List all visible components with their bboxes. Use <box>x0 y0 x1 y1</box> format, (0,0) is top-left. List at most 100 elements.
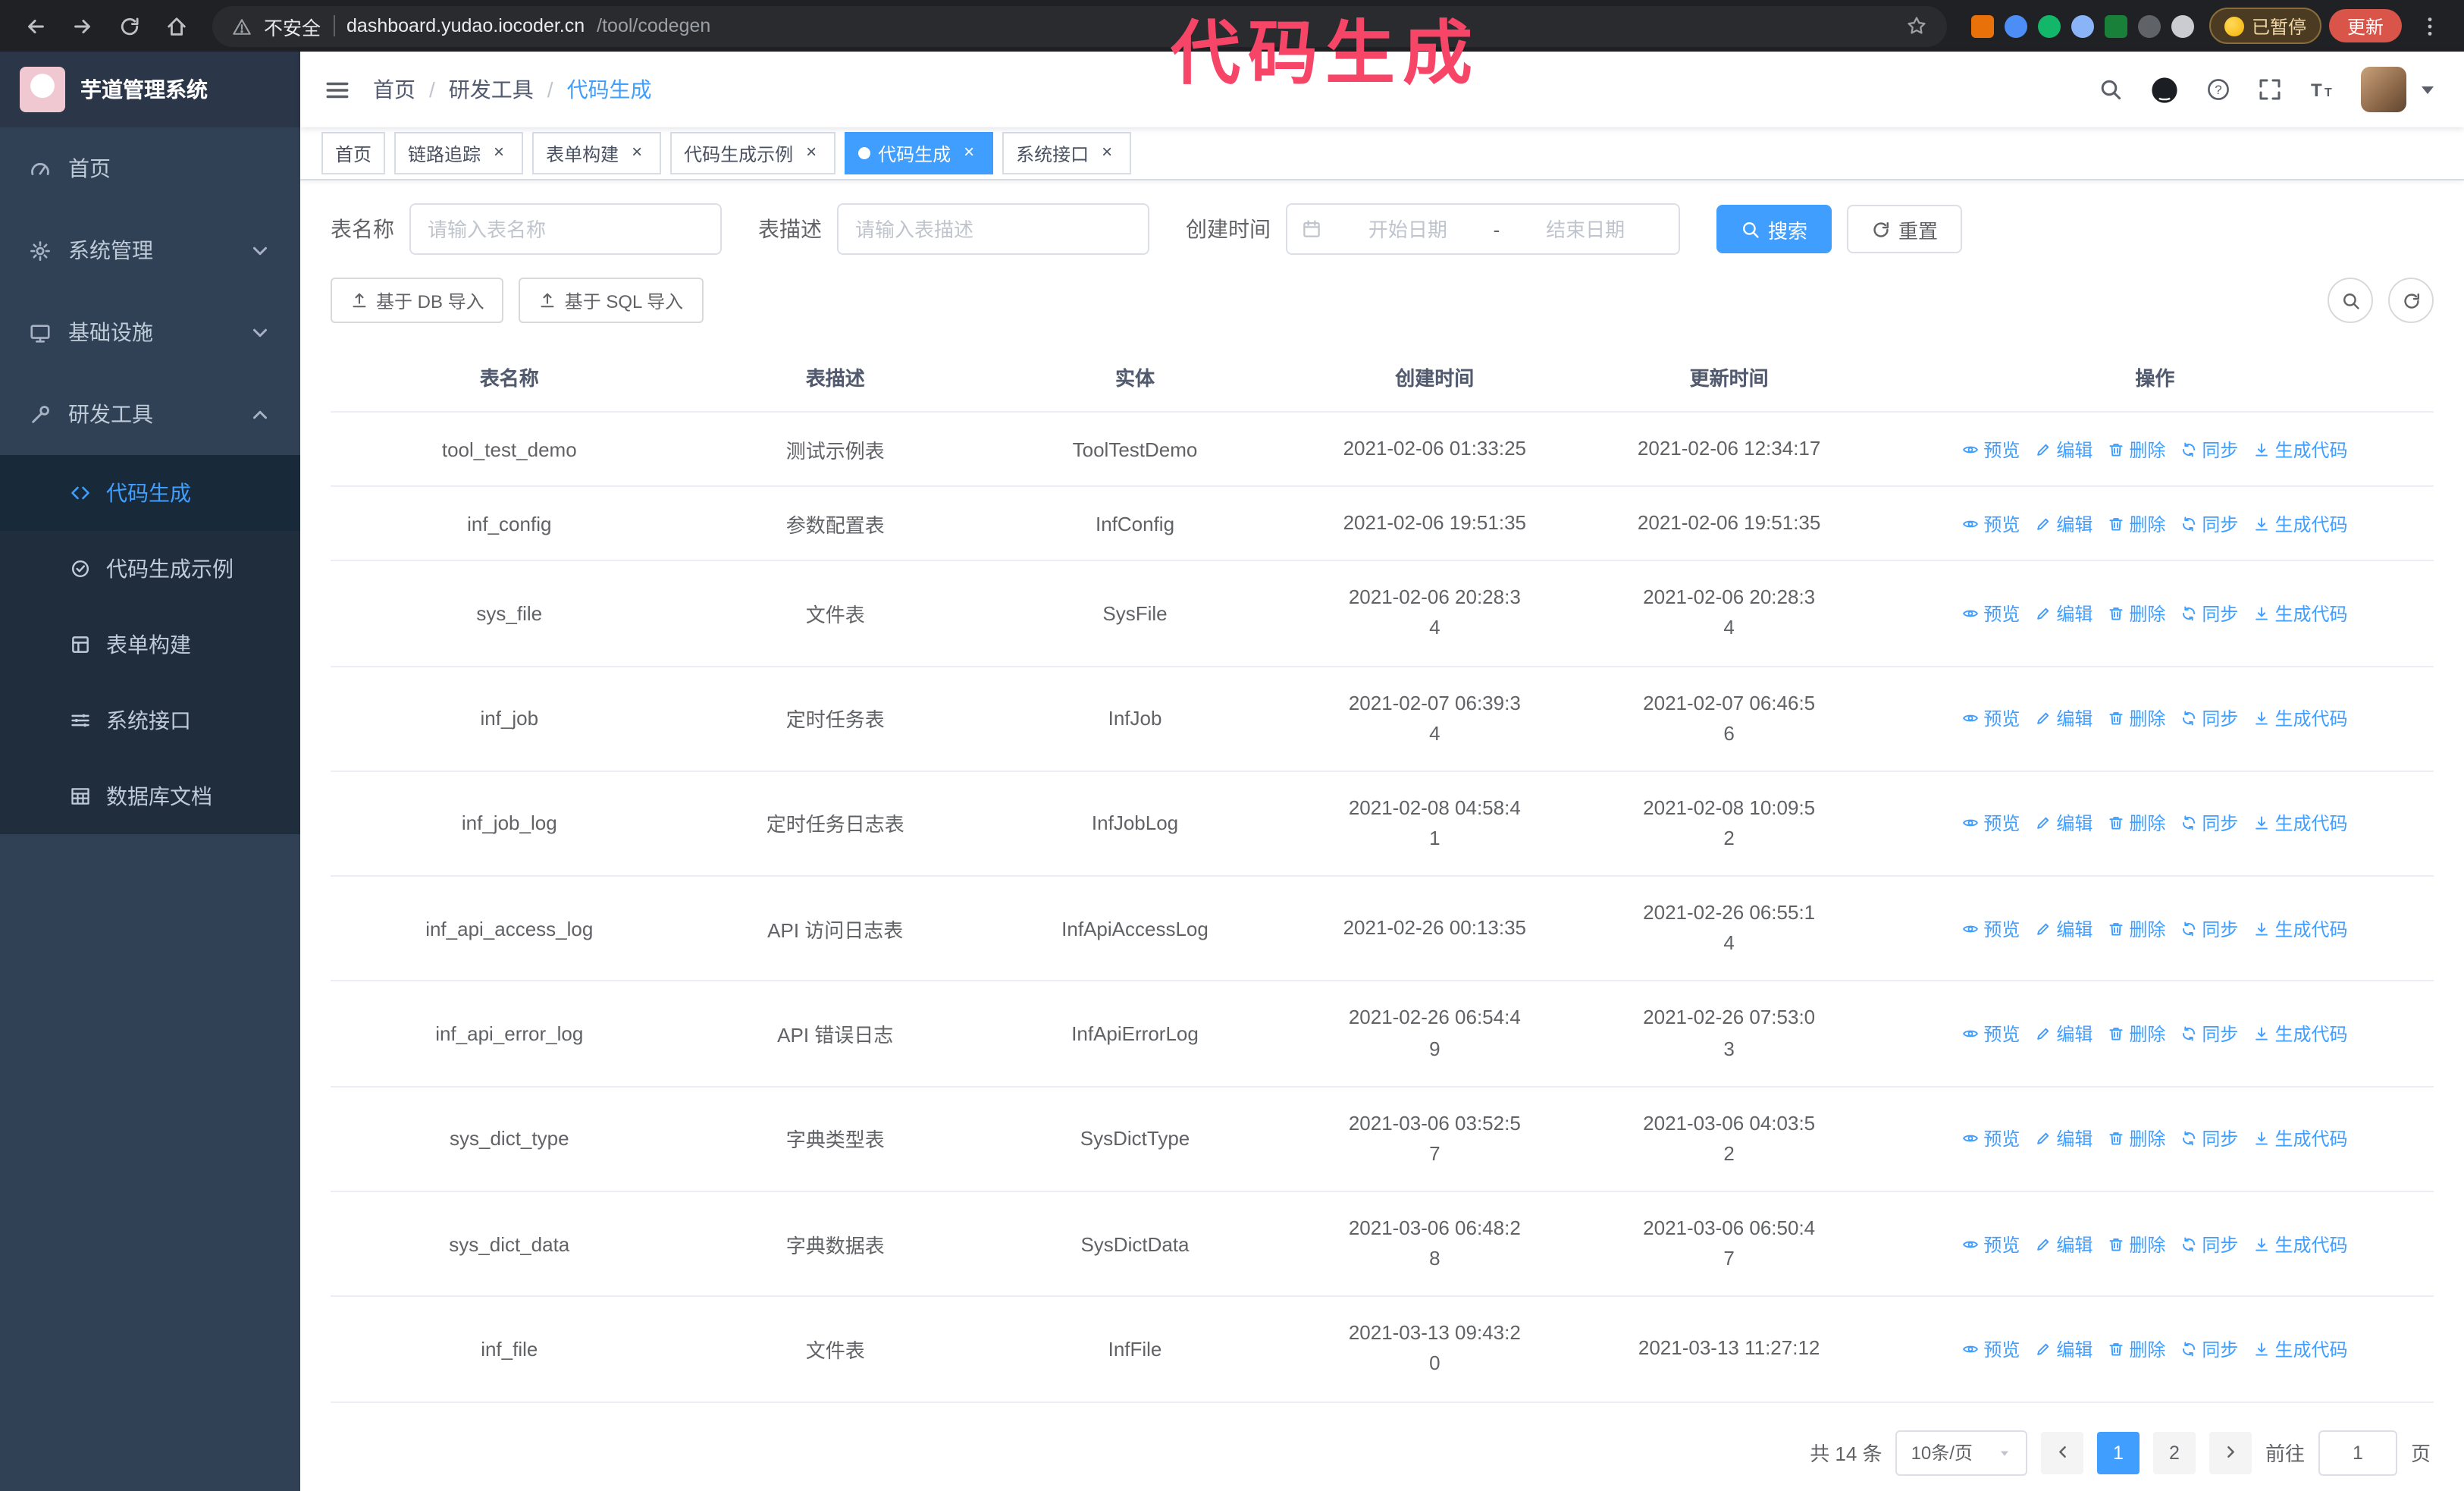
extension-icon[interactable] <box>2071 14 2094 37</box>
github-icon[interactable] <box>2150 75 2179 104</box>
extension-icon[interactable] <box>2037 14 2061 37</box>
action-edit[interactable]: 编辑 <box>2035 916 2093 942</box>
action-eye[interactable]: 预览 <box>1962 811 2020 837</box>
search-button[interactable]: 搜索 <box>1716 205 1832 253</box>
address-bar[interactable]: 不安全 dashboard.yudao.iocoder.cn/tool/code… <box>212 5 1947 46</box>
sidebar-subitem[interactable]: 表单构建 <box>0 607 300 683</box>
action-eye[interactable]: 预览 <box>1962 510 2020 536</box>
action-eye[interactable]: 预览 <box>1962 705 2020 731</box>
action-edit[interactable]: 编辑 <box>2035 1021 2093 1047</box>
extension-icon[interactable] <box>2004 14 2027 37</box>
prev-page-button[interactable] <box>2040 1431 2083 1474</box>
action-sync[interactable]: 同步 <box>2180 811 2238 837</box>
sidebar-subitem[interactable]: 系统接口 <box>0 683 300 758</box>
action-download[interactable]: 生成代码 <box>2253 705 2347 731</box>
action-sync[interactable]: 同步 <box>2180 1021 2238 1047</box>
toggle-search-button[interactable] <box>2328 278 2373 323</box>
action-delete[interactable]: 删除 <box>2108 1126 2165 1152</box>
help-icon[interactable] <box>2206 77 2230 102</box>
reload-button[interactable] <box>109 6 149 46</box>
search-icon[interactable] <box>2099 77 2123 102</box>
goto-page-input[interactable] <box>2318 1430 2397 1476</box>
sidebar-item[interactable]: 系统管理 <box>0 209 300 291</box>
action-eye[interactable]: 预览 <box>1962 1336 2020 1362</box>
bookmark-star-icon[interactable] <box>1906 15 1927 36</box>
sidebar-item[interactable]: 首页 <box>0 127 300 209</box>
page-number[interactable]: 1 <box>2096 1431 2140 1474</box>
action-delete[interactable]: 删除 <box>2108 916 2165 942</box>
action-sync[interactable]: 同步 <box>2180 1126 2238 1152</box>
action-eye[interactable]: 预览 <box>1962 1021 2020 1047</box>
action-download[interactable]: 生成代码 <box>2253 1126 2347 1152</box>
sidebar-subitem[interactable]: 代码生成 <box>0 455 300 531</box>
action-delete[interactable]: 删除 <box>2108 1336 2165 1362</box>
back-button[interactable] <box>15 6 55 46</box>
breadcrumb-item[interactable]: 首页 <box>373 74 415 105</box>
close-icon[interactable]: × <box>958 142 980 164</box>
puzzle-icon[interactable] <box>2171 14 2194 37</box>
action-delete[interactable]: 删除 <box>2108 811 2165 837</box>
action-download[interactable]: 生成代码 <box>2253 601 2347 626</box>
action-delete[interactable]: 删除 <box>2108 510 2165 536</box>
table-desc-input[interactable] <box>837 203 1149 255</box>
action-download[interactable]: 生成代码 <box>2253 1336 2347 1362</box>
action-edit[interactable]: 编辑 <box>2035 1336 2093 1362</box>
import-sql-button[interactable]: 基于 SQL 导入 <box>519 278 704 323</box>
tab-item[interactable]: 表单构建 × <box>532 132 662 174</box>
import-db-button[interactable]: 基于 DB 导入 <box>331 278 504 323</box>
action-download[interactable]: 生成代码 <box>2253 1231 2347 1257</box>
forward-button[interactable] <box>62 6 102 46</box>
action-delete[interactable]: 删除 <box>2108 705 2165 731</box>
profile-paused-badge[interactable]: 已暂停 <box>2209 8 2321 44</box>
action-download[interactable]: 生成代码 <box>2253 811 2347 837</box>
avatar[interactable] <box>2361 67 2406 112</box>
tab-item[interactable]: 代码生成示例 × <box>670 132 836 174</box>
action-edit[interactable]: 编辑 <box>2035 601 2093 626</box>
action-eye[interactable]: 预览 <box>1962 1126 2020 1152</box>
tab-item[interactable]: 代码生成 × <box>845 132 994 174</box>
action-download[interactable]: 生成代码 <box>2253 436 2347 462</box>
action-sync[interactable]: 同步 <box>2180 436 2238 462</box>
action-eye[interactable]: 预览 <box>1962 436 2020 462</box>
font-size-icon[interactable] <box>2309 77 2334 102</box>
action-delete[interactable]: 删除 <box>2108 1231 2165 1257</box>
extension-icon[interactable] <box>1970 14 1994 37</box>
action-sync[interactable]: 同步 <box>2180 601 2238 626</box>
action-edit[interactable]: 编辑 <box>2035 1231 2093 1257</box>
tab-item[interactable]: 链路追踪 × <box>394 132 524 174</box>
action-download[interactable]: 生成代码 <box>2253 510 2347 536</box>
action-delete[interactable]: 删除 <box>2108 436 2165 462</box>
hamburger-icon[interactable] <box>324 77 350 102</box>
page-size-select[interactable]: 10条/页 <box>1895 1430 2027 1476</box>
date-range-picker[interactable]: - <box>1286 203 1680 255</box>
action-edit[interactable]: 编辑 <box>2035 436 2093 462</box>
action-sync[interactable]: 同步 <box>2180 705 2238 731</box>
action-eye[interactable]: 预览 <box>1962 916 2020 942</box>
action-eye[interactable]: 预览 <box>1962 601 2020 626</box>
tab-item[interactable]: 系统接口 × <box>1002 132 1132 174</box>
close-icon[interactable]: × <box>1096 142 1118 164</box>
action-delete[interactable]: 删除 <box>2108 1021 2165 1047</box>
tab-item[interactable]: 首页 <box>321 132 386 174</box>
action-sync[interactable]: 同步 <box>2180 916 2238 942</box>
action-sync[interactable]: 同步 <box>2180 1231 2238 1257</box>
action-download[interactable]: 生成代码 <box>2253 1021 2347 1047</box>
sidebar-subitem[interactable]: 数据库文档 <box>0 758 300 834</box>
sidebar-item[interactable]: 基础设施 <box>0 291 300 373</box>
update-button[interactable]: 更新 <box>2328 9 2402 42</box>
action-edit[interactable]: 编辑 <box>2035 705 2093 731</box>
browser-menu-kebab-icon[interactable] <box>2409 6 2449 46</box>
extension-icon[interactable] <box>2104 14 2127 37</box>
action-edit[interactable]: 编辑 <box>2035 510 2093 536</box>
sidebar-logo[interactable]: 芋道管理系统 <box>0 52 300 127</box>
sidebar-item[interactable]: 研发工具 <box>0 373 300 455</box>
close-icon[interactable]: × <box>488 142 509 164</box>
action-eye[interactable]: 预览 <box>1962 1231 2020 1257</box>
extension-icon[interactable] <box>2137 14 2161 37</box>
sidebar-subitem[interactable]: 代码生成示例 <box>0 531 300 607</box>
fullscreen-icon[interactable] <box>2258 77 2282 102</box>
user-menu[interactable] <box>2361 67 2440 112</box>
table-name-input[interactable] <box>409 203 722 255</box>
action-download[interactable]: 生成代码 <box>2253 916 2347 942</box>
refresh-table-button[interactable] <box>2388 278 2434 323</box>
